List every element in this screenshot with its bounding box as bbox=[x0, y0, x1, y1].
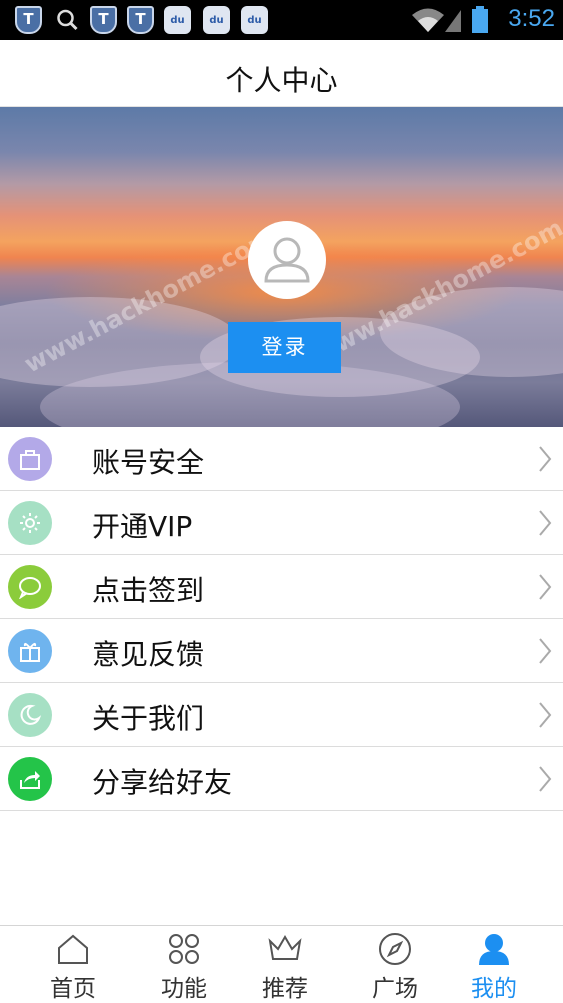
chat-bubble-icon bbox=[8, 565, 52, 609]
user-avatar-icon bbox=[264, 237, 310, 283]
tab-label: 功能 bbox=[161, 976, 207, 1002]
chevron-right-icon bbox=[539, 510, 552, 536]
tab-features[interactable]: 功能 bbox=[134, 926, 234, 1003]
chevron-right-icon bbox=[539, 574, 552, 600]
shield-icon bbox=[127, 6, 154, 34]
menu-item-label: 点击签到 bbox=[92, 574, 205, 607]
menu-item-vip[interactable]: 开通VIP bbox=[0, 491, 563, 555]
profile-banner: www.hackhome.com www.hackhome.com 登录 bbox=[0, 107, 563, 427]
search-icon bbox=[57, 9, 78, 31]
tab-home[interactable]: 首页 bbox=[23, 926, 123, 1003]
menu-item-label: 分享给好友 bbox=[92, 766, 233, 799]
baidu-paw-icon bbox=[164, 6, 191, 34]
signal-icon bbox=[445, 10, 461, 32]
tab-label: 推荐 bbox=[262, 976, 308, 1002]
crown-icon bbox=[268, 935, 302, 960]
status-time: 3:52 bbox=[508, 5, 555, 32]
tab-label: 我的 bbox=[471, 976, 517, 1002]
chevron-right-icon bbox=[539, 702, 552, 728]
tab-label: 首页 bbox=[50, 976, 96, 1002]
status-bar: 3:52 bbox=[0, 0, 563, 40]
baidu-paw-icon bbox=[241, 6, 268, 34]
chevron-right-icon bbox=[539, 638, 552, 664]
battery-icon bbox=[472, 6, 488, 33]
menu-item-label: 开通VIP bbox=[92, 510, 193, 543]
chevron-right-icon bbox=[539, 446, 552, 472]
wifi-icon bbox=[412, 8, 444, 32]
login-button[interactable]: 登录 bbox=[228, 322, 341, 373]
person-icon bbox=[479, 934, 509, 965]
menu-item-account-security[interactable]: 账号安全 bbox=[0, 427, 563, 491]
menu-item-feedback[interactable]: 意见反馈 bbox=[0, 619, 563, 683]
menu-item-label: 账号安全 bbox=[92, 446, 205, 479]
page-title: 个人中心 bbox=[225, 64, 338, 97]
tab-recommend[interactable]: 推荐 bbox=[235, 926, 335, 1003]
grid-icon bbox=[169, 934, 199, 964]
menu-item-about-us[interactable]: 关于我们 bbox=[0, 683, 563, 747]
shield-sim-icon bbox=[90, 6, 117, 34]
chevron-right-icon bbox=[539, 766, 552, 792]
moon-icon bbox=[8, 693, 52, 737]
tab-square[interactable]: 广场 bbox=[345, 926, 445, 1003]
tab-mine[interactable]: 我的 bbox=[444, 926, 544, 1003]
menu-item-check-in[interactable]: 点击签到 bbox=[0, 555, 563, 619]
compass-icon bbox=[379, 933, 411, 965]
bottom-tab-bar: 首页 功能 推荐 广场 我的 bbox=[0, 925, 563, 1002]
avatar[interactable] bbox=[248, 221, 326, 299]
menu-item-share[interactable]: 分享给好友 bbox=[0, 747, 563, 811]
shield-icon bbox=[15, 6, 42, 34]
gift-icon bbox=[8, 629, 52, 673]
share-icon bbox=[8, 757, 52, 801]
sun-icon bbox=[8, 501, 52, 545]
home-icon bbox=[58, 934, 88, 964]
tab-label: 广场 bbox=[372, 976, 418, 1002]
bag-icon bbox=[8, 437, 52, 481]
baidu-paw-icon bbox=[203, 6, 230, 34]
app-header: 个人中心 bbox=[0, 40, 563, 107]
menu-list: 账号安全 开通VIP 点击签到 意见反馈 关于我们 分享给好友 bbox=[0, 427, 563, 811]
menu-item-label: 关于我们 bbox=[92, 702, 205, 735]
menu-item-label: 意见反馈 bbox=[92, 638, 205, 671]
